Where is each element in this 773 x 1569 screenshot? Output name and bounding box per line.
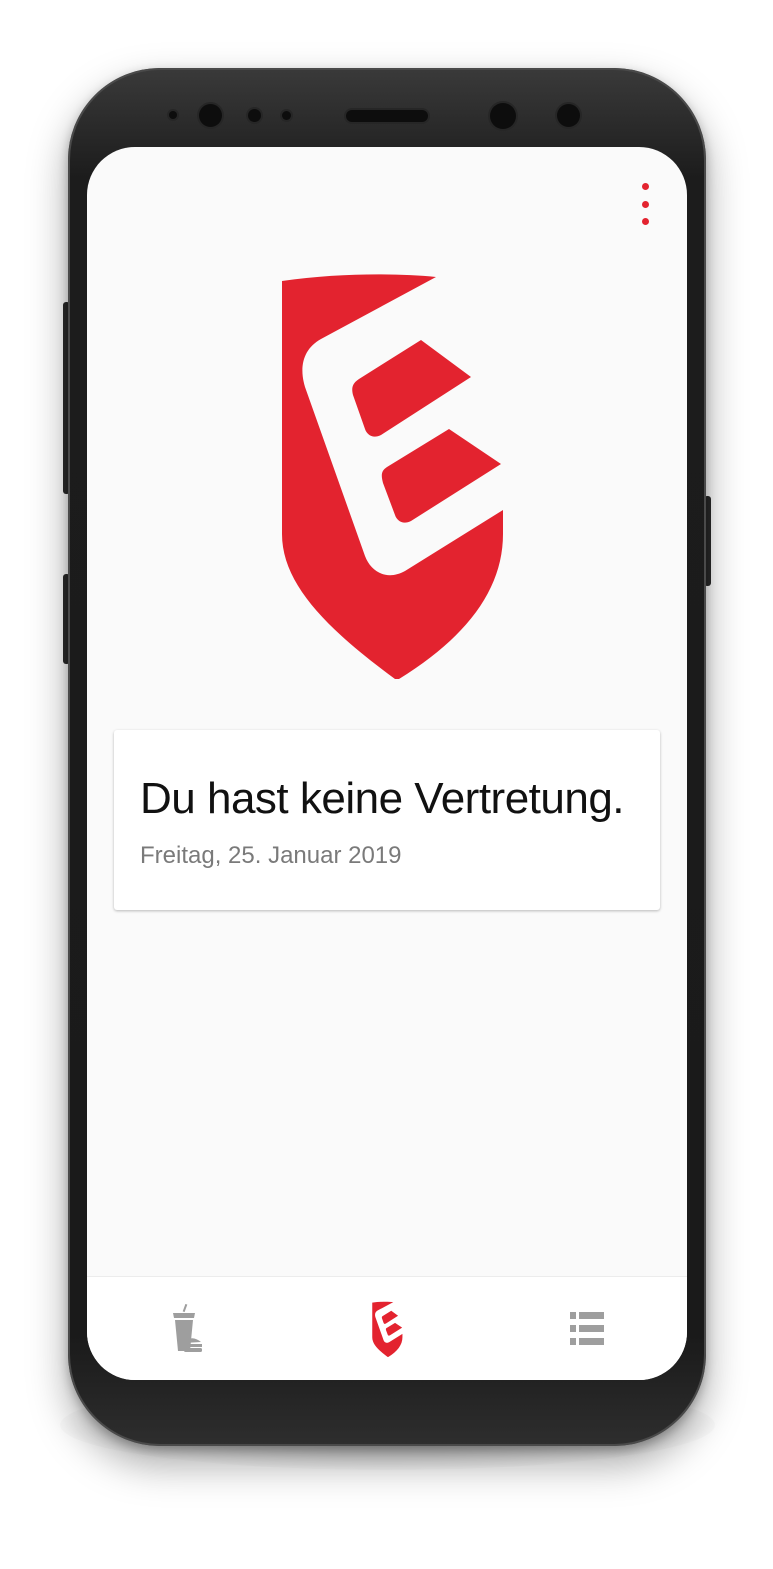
logo-shield-icon [282,274,503,679]
nav-substitution-tab[interactable] [357,1299,417,1359]
logo-shield-icon [372,1301,403,1357]
list-icon [570,1312,604,1345]
iris-led [557,104,580,127]
menu-dot [641,218,649,225]
bottom-navigation [87,1276,687,1380]
status-card: Du hast keine Vertretung. Freitag, 25. J… [114,730,660,910]
menu-dot [641,200,649,208]
iris-camera [490,103,516,129]
proximity-sensor [248,109,261,122]
app-screen: Du hast keine Vertretung. Freitag, 25. J… [87,147,687,1380]
overflow-menu-icon[interactable] [635,183,655,225]
status-date: Freitag, 25. Januar 2019 [140,842,402,869]
food-drink-icon [173,1304,202,1352]
nav-list-tab[interactable] [557,1299,617,1359]
earpiece-speaker [346,110,428,122]
menu-dot [641,183,649,190]
front-sensor [169,111,177,119]
status-title: Du hast keine Vertretung. [140,774,625,823]
light-sensor [282,111,291,120]
front-camera [199,104,222,127]
nav-food-tab[interactable] [157,1299,217,1359]
